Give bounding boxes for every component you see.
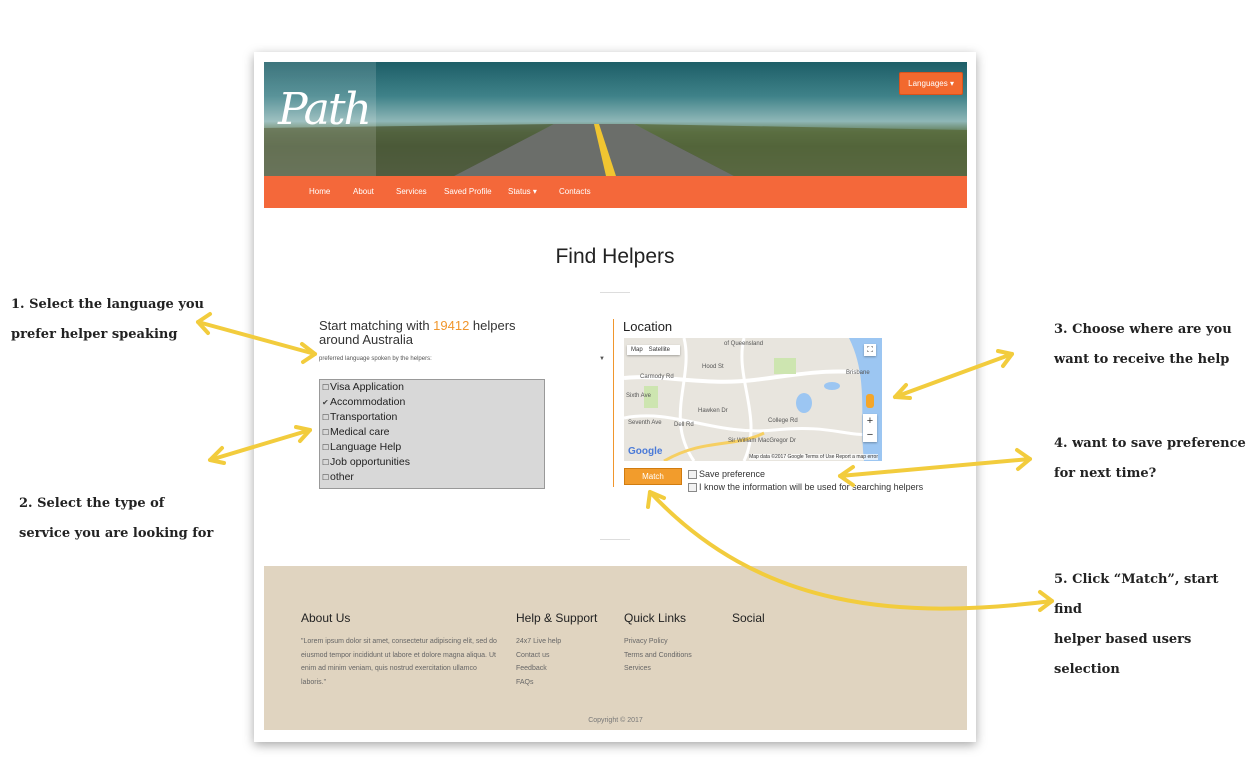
- arrow-location: [893, 352, 1014, 399]
- annotation-arrows: [196, 312, 1054, 612]
- arrow-match: [648, 490, 1054, 611]
- arrow-preference: [838, 457, 1032, 478]
- arrow-language: [196, 320, 317, 356]
- arrow-service: [208, 428, 312, 462]
